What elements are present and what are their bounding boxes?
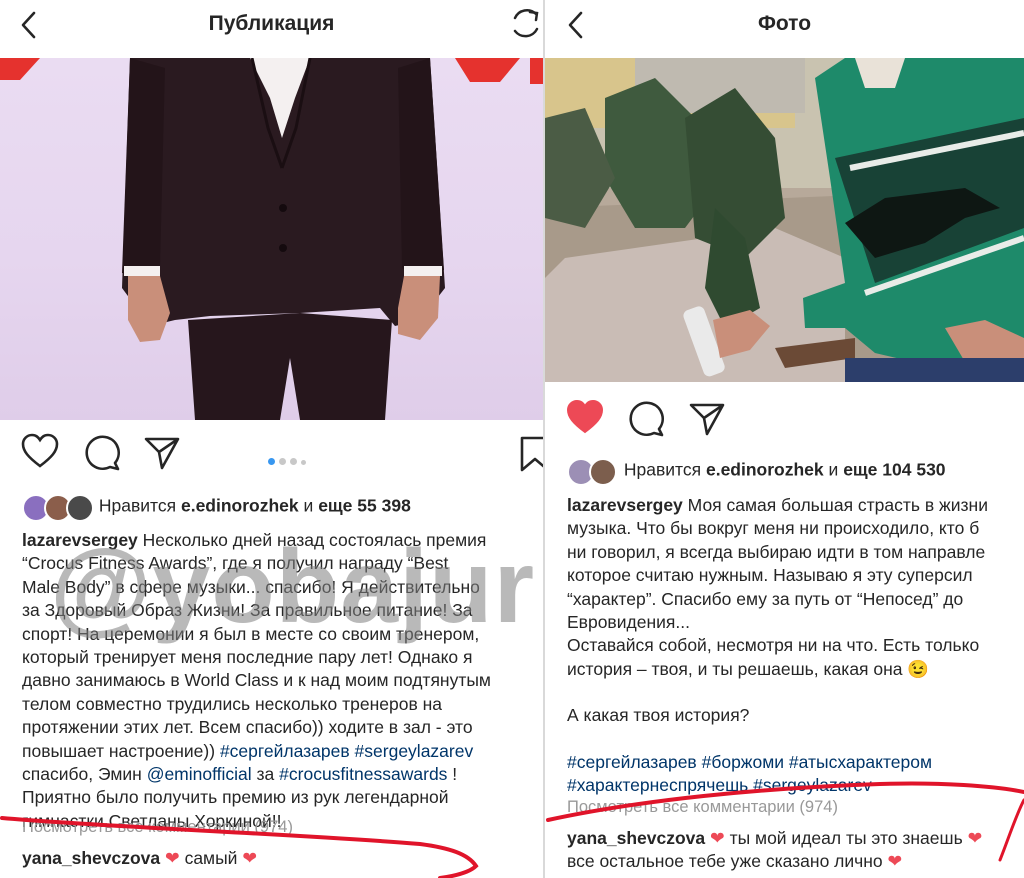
comment-button[interactable] [82,433,122,473]
caption-text: Евровидения... [567,612,690,633]
caption-text: ни говорил, я всегда выбираю идти в том … [567,541,986,562]
comment-text: все остальное тебе уже сказано лично [567,851,883,871]
comment-row: yana_shevczova ❤ самый ❤ [22,848,257,869]
avatar [66,494,94,522]
comment-row: yana_shevczova ❤ ты мой идеал ты это зна… [567,828,982,849]
post-caption: lazarevsergey Моя самая большая страсть … [567,494,1024,797]
carousel-dot [301,460,306,465]
carousel-dot [268,458,275,465]
bookmark-icon [520,436,543,472]
caption-text: Моя самая большая страсть в жизни [687,495,988,515]
heart-outline-icon [21,433,59,468]
right-top-bar: Фото [545,0,1024,52]
comment-icon [85,435,120,471]
comment-username[interactable]: yana_shevczova [22,848,160,868]
like-button[interactable] [565,398,605,438]
post-actions [545,396,1024,446]
likes-prefix: Нравится [98,495,177,516]
mention-link[interactable]: @eminofficial [147,764,252,784]
hashtag-link[interactable]: #sergeylazarev [355,741,474,761]
liker-avatars [22,494,94,522]
comment-continuation: все остальное тебе уже сказано лично ❤ [567,851,902,872]
likes-connector: и [828,459,839,480]
likes-connector: и [303,495,314,516]
refresh-button[interactable] [508,4,543,44]
left-top-bar: Публикация [0,0,543,52]
caption-text: Оставайся собой, несмотря ни на что. Ест… [567,635,980,656]
caption-text: давно занимаюсь в World Class и к над мо… [22,670,491,691]
caption-text: протяжении этих лет. Всем спасибо)) ходи… [22,717,473,738]
man-in-green-hoodie-image [545,58,1024,382]
avatar [589,458,617,486]
caption-text: повышает настроение)) [22,740,220,761]
post-photo[interactable] [545,58,1024,382]
view-all-comments-link[interactable]: Посмотреть все комментарии (974) [567,798,838,817]
page-title: Публикация [208,12,335,35]
carousel-indicator [268,452,310,470]
likes-count[interactable]: еще 104 530 [843,460,945,480]
comment-text: самый [184,848,238,868]
save-button[interactable] [518,434,543,474]
caption-text: музыка. Что бы вокруг меня ни происходил… [567,518,980,539]
carousel-dot [290,458,297,465]
likes-count[interactable]: еще 55 398 [318,496,411,516]
right-post-panel: Фото Нравится e.edinorozhek и еще 104 53… [545,0,1024,878]
page-title: Фото [757,12,812,35]
caption-text: за [251,764,280,785]
comment-icon [629,401,664,437]
post-photo[interactable] [0,58,543,420]
likes-row[interactable]: Нравится e.edinorozhek и еще 55 398 [22,494,543,522]
send-icon [689,403,725,436]
caption-text: “характер”. Спасибо ему за путь от “Непо… [567,588,964,609]
heart-filled-icon [566,399,604,434]
caption-text: ! [447,764,458,785]
caption-author[interactable]: lazarevsergey [567,495,683,515]
like-button[interactable] [20,432,60,472]
hashtag-link[interactable]: #сергейлазарев #боржоми #атысхарактером [567,751,1024,774]
heart-emoji-icon: ❤ [242,848,257,868]
send-icon [144,437,180,470]
hashtag-link[interactable]: #характернеспрячешь #sergeylazarev [567,774,1024,797]
carousel-dot [279,458,286,465]
hashtag-link[interactable]: #crocusfitnessawards [279,764,447,784]
liker-username[interactable]: e.edinorozhek [706,460,824,480]
post-caption: lazarevsergey Несколько дней назад состо… [22,529,542,833]
caption-text: спорт! На церемонии я был в месте со сво… [22,623,480,644]
refresh-icon [513,9,539,38]
man-in-suit-image [0,58,543,420]
caption-text: Приятно было получить премию из рук леге… [22,787,449,808]
view-all-comments-link[interactable]: Посмотреть все комментарии (974) [22,818,293,837]
left-post-panel: Публикация Нравится e.edinorozhek и еще … [0,0,543,878]
share-button[interactable] [687,400,727,440]
heart-emoji-icon: ❤ [165,848,180,868]
likes-prefix: Нравится [623,459,702,480]
heart-emoji-icon: ❤ [710,828,725,848]
caption-text: “Crocus Fitness Awards”, где я получил н… [22,553,449,574]
caption-text: Несколько дней назад состоялась премия [142,530,487,550]
liker-username[interactable]: e.edinorozhek [181,496,299,516]
caption-text: за Здоровый Образ Жизни! За правильное п… [22,600,473,621]
caption-text: телом совместно трудились несколько трен… [22,693,443,714]
share-button[interactable] [142,434,182,474]
caption-text: история – твоя, и ты решаешь, какая она … [567,658,930,679]
caption-text: Male Body” в сфере музыки... спасибо! Я … [22,576,480,597]
heart-emoji-icon: ❤ [887,851,903,871]
comment-username[interactable]: yana_shevczova [567,828,705,848]
caption-author[interactable]: lazarevsergey [22,530,138,550]
caption-text: который тренирует меня последние пару ле… [22,647,473,668]
heart-emoji-icon: ❤ [967,828,983,848]
comment-button[interactable] [626,399,666,439]
liker-avatars [567,458,619,486]
caption-text: А какая твоя история? [567,705,750,726]
comment-text: ты мой идеал ты это знаешь [729,828,963,848]
likes-row[interactable]: Нравится e.edinorozhek и еще 104 530 [567,458,1024,486]
caption-text: спасибо, Эмин [22,764,147,785]
hashtag-link[interactable]: #сергейлазарев [220,741,350,761]
caption-text: которое считаю нужным. Называю я эту суп… [567,565,973,586]
